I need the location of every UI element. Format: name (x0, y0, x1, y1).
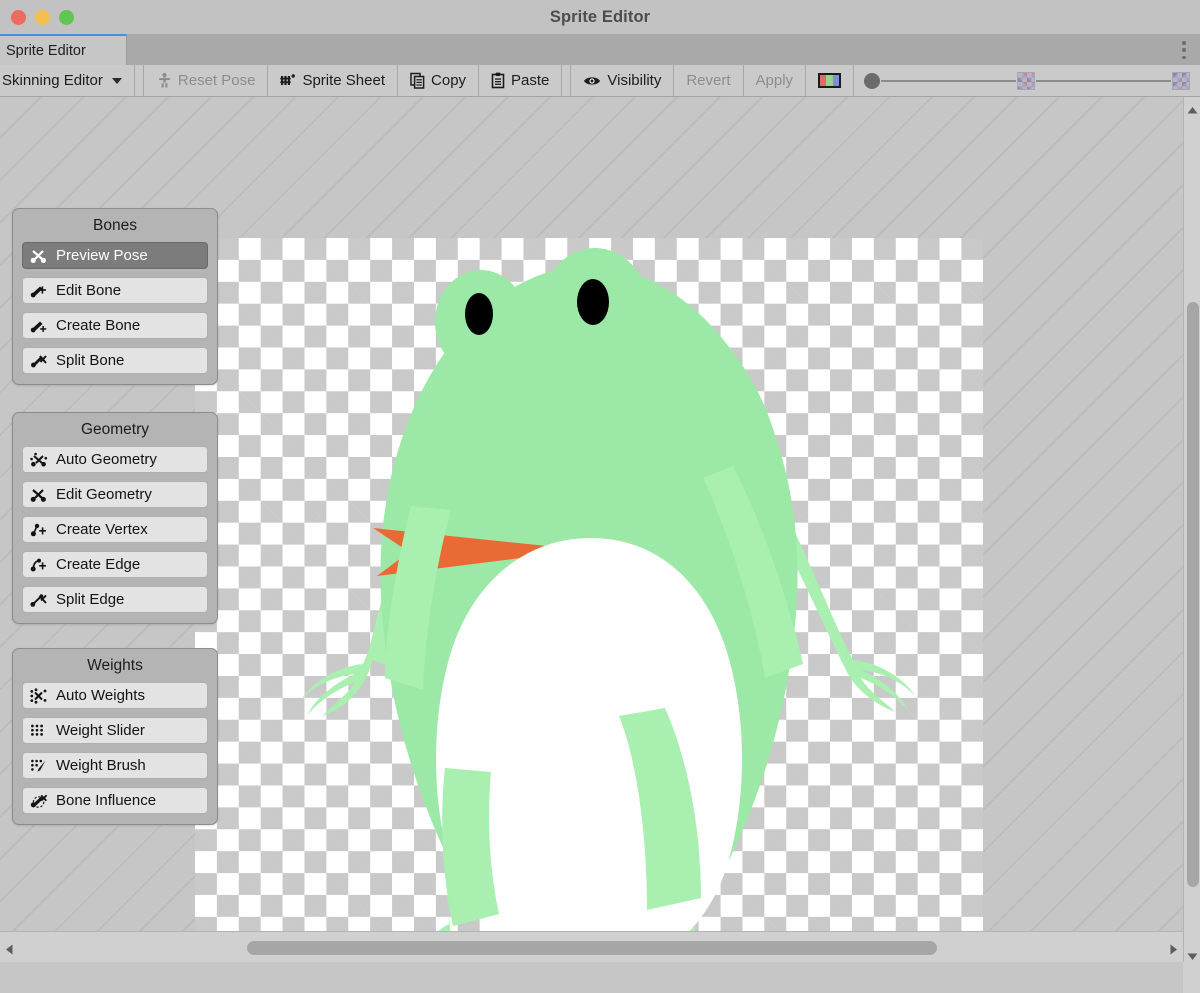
window-title: Sprite Editor (0, 0, 1200, 34)
sprite-editor-window: Sprite Editor Sprite Editor Skinning Edi… (0, 0, 1200, 993)
reset-pose-button[interactable]: Reset Pose (144, 65, 269, 96)
frog-sprite (195, 238, 983, 962)
sprite-sheet-button[interactable]: Sprite Sheet (268, 65, 398, 96)
vertical-scrollbar[interactable] (1183, 97, 1200, 962)
create-edge-icon (29, 556, 49, 574)
triangle-up-icon[interactable] (1187, 102, 1198, 111)
tool-create-bone[interactable]: Create Bone (22, 312, 208, 339)
horizontal-scroll-thumb[interactable] (247, 941, 937, 955)
weight-slider-icon (29, 722, 49, 740)
revert-button[interactable]: Revert (674, 65, 743, 96)
copy-button[interactable]: Copy (398, 65, 479, 96)
visibility-button[interactable]: Visibility (571, 65, 674, 96)
edit-bone-icon (29, 282, 49, 300)
reset-pose-label: Reset Pose (178, 72, 256, 89)
apply-button[interactable]: Apply (744, 65, 807, 96)
split-edge-icon (29, 591, 49, 609)
tool-edit-bone[interactable]: Edit Bone (22, 277, 208, 304)
copy-label: Copy (431, 72, 466, 89)
horizontal-scrollbar[interactable] (0, 931, 1183, 962)
tool-split-edge[interactable]: Split Edge (22, 586, 208, 613)
rgb-channels-icon (818, 73, 841, 88)
paste-label: Paste (511, 72, 549, 89)
triangle-left-icon[interactable] (5, 942, 14, 953)
create-bone-icon (29, 317, 49, 335)
tool-create-vertex[interactable]: Create Vertex (22, 516, 208, 543)
checker-swatch-icon (1017, 72, 1035, 90)
tool-edit-geometry[interactable]: Edit Geometry (22, 481, 208, 508)
tool-label: Edit Bone (56, 282, 121, 299)
panel-bones: Bones Preview Pose (12, 208, 218, 385)
auto-geometry-icon (29, 451, 49, 469)
tool-bone-influence[interactable]: Bone Influence (22, 787, 208, 814)
sprite-sheet-icon (280, 72, 297, 89)
tool-label: Auto Weights (56, 687, 145, 704)
toolbar-gap-2 (562, 65, 571, 96)
tool-create-edge[interactable]: Create Edge (22, 551, 208, 578)
tool-label: Create Edge (56, 556, 140, 573)
paste-button[interactable]: Paste (479, 65, 562, 96)
slider-track-right[interactable] (1036, 80, 1171, 82)
editor-toolbar: Skinning Editor Reset Pose (0, 65, 1200, 97)
auto-weights-icon (29, 687, 49, 705)
editor-workspace[interactable]: Bones Preview Pose (0, 97, 1183, 962)
checker-diagonal-icon (1172, 72, 1190, 90)
tool-label: Split Bone (56, 352, 124, 369)
slider-track-left[interactable] (881, 80, 1016, 82)
tool-split-bone[interactable]: Split Bone (22, 347, 208, 374)
copy-icon (410, 72, 426, 89)
panel-weights-title: Weights (22, 655, 208, 682)
reset-pose-icon (156, 72, 173, 89)
tool-weight-slider[interactable]: Weight Slider (22, 717, 208, 744)
eye-icon (583, 74, 602, 88)
create-vertex-icon (29, 521, 49, 539)
tool-label: Create Bone (56, 317, 140, 334)
tool-label: Split Edge (56, 591, 124, 608)
tab-label: Sprite Editor (6, 43, 86, 59)
tool-label: Auto Geometry (56, 451, 157, 468)
tool-auto-weights[interactable]: Auto Weights (22, 682, 208, 709)
triangle-right-icon[interactable] (1169, 942, 1178, 953)
mode-dropdown-label: Skinning Editor (2, 72, 103, 89)
tool-label: Weight Slider (56, 722, 145, 739)
chevron-down-icon (112, 78, 122, 84)
weight-brush-icon (29, 757, 49, 775)
slider-knob[interactable] (864, 73, 880, 89)
revert-label: Revert (686, 72, 730, 89)
sprite-canvas[interactable] (195, 238, 983, 962)
panel-geometry-title: Geometry (22, 419, 208, 446)
sprite-sheet-label: Sprite Sheet (302, 72, 385, 89)
triangle-down-icon[interactable] (1187, 948, 1198, 957)
tool-auto-geometry[interactable]: Auto Geometry (22, 446, 208, 473)
scrollbar-corner (1183, 962, 1200, 993)
tool-weight-brush[interactable]: Weight Brush (22, 752, 208, 779)
paste-icon (491, 72, 506, 89)
window-title-bar: Sprite Editor (0, 0, 1200, 34)
kebab-menu-icon[interactable] (1182, 41, 1186, 59)
toolbar-gap (135, 65, 144, 96)
tab-sprite-editor[interactable]: Sprite Editor (0, 34, 127, 65)
tab-strip: Sprite Editor (0, 34, 1200, 65)
opacity-slider[interactable] (854, 65, 1200, 96)
tool-preview-pose[interactable]: Preview Pose (22, 242, 208, 269)
tool-label: Weight Brush (56, 757, 146, 774)
panel-geometry: Geometry Auto Geometry (12, 412, 218, 624)
rgb-channels-button[interactable] (806, 65, 854, 96)
tool-label: Bone Influence (56, 792, 156, 809)
apply-label: Apply (756, 72, 794, 89)
panel-weights: Weights Auto Weights (12, 648, 218, 825)
vertical-scroll-thumb[interactable] (1187, 302, 1199, 887)
split-bone-icon (29, 352, 49, 370)
edit-geometry-icon (29, 486, 49, 504)
tool-label: Preview Pose (56, 247, 148, 264)
bone-influence-icon (29, 792, 49, 810)
panel-bones-title: Bones (22, 215, 208, 242)
tool-label: Create Vertex (56, 521, 148, 538)
mode-dropdown[interactable]: Skinning Editor (0, 65, 135, 96)
tool-label: Edit Geometry (56, 486, 152, 503)
visibility-label: Visibility (607, 72, 661, 89)
preview-pose-icon (29, 247, 49, 265)
